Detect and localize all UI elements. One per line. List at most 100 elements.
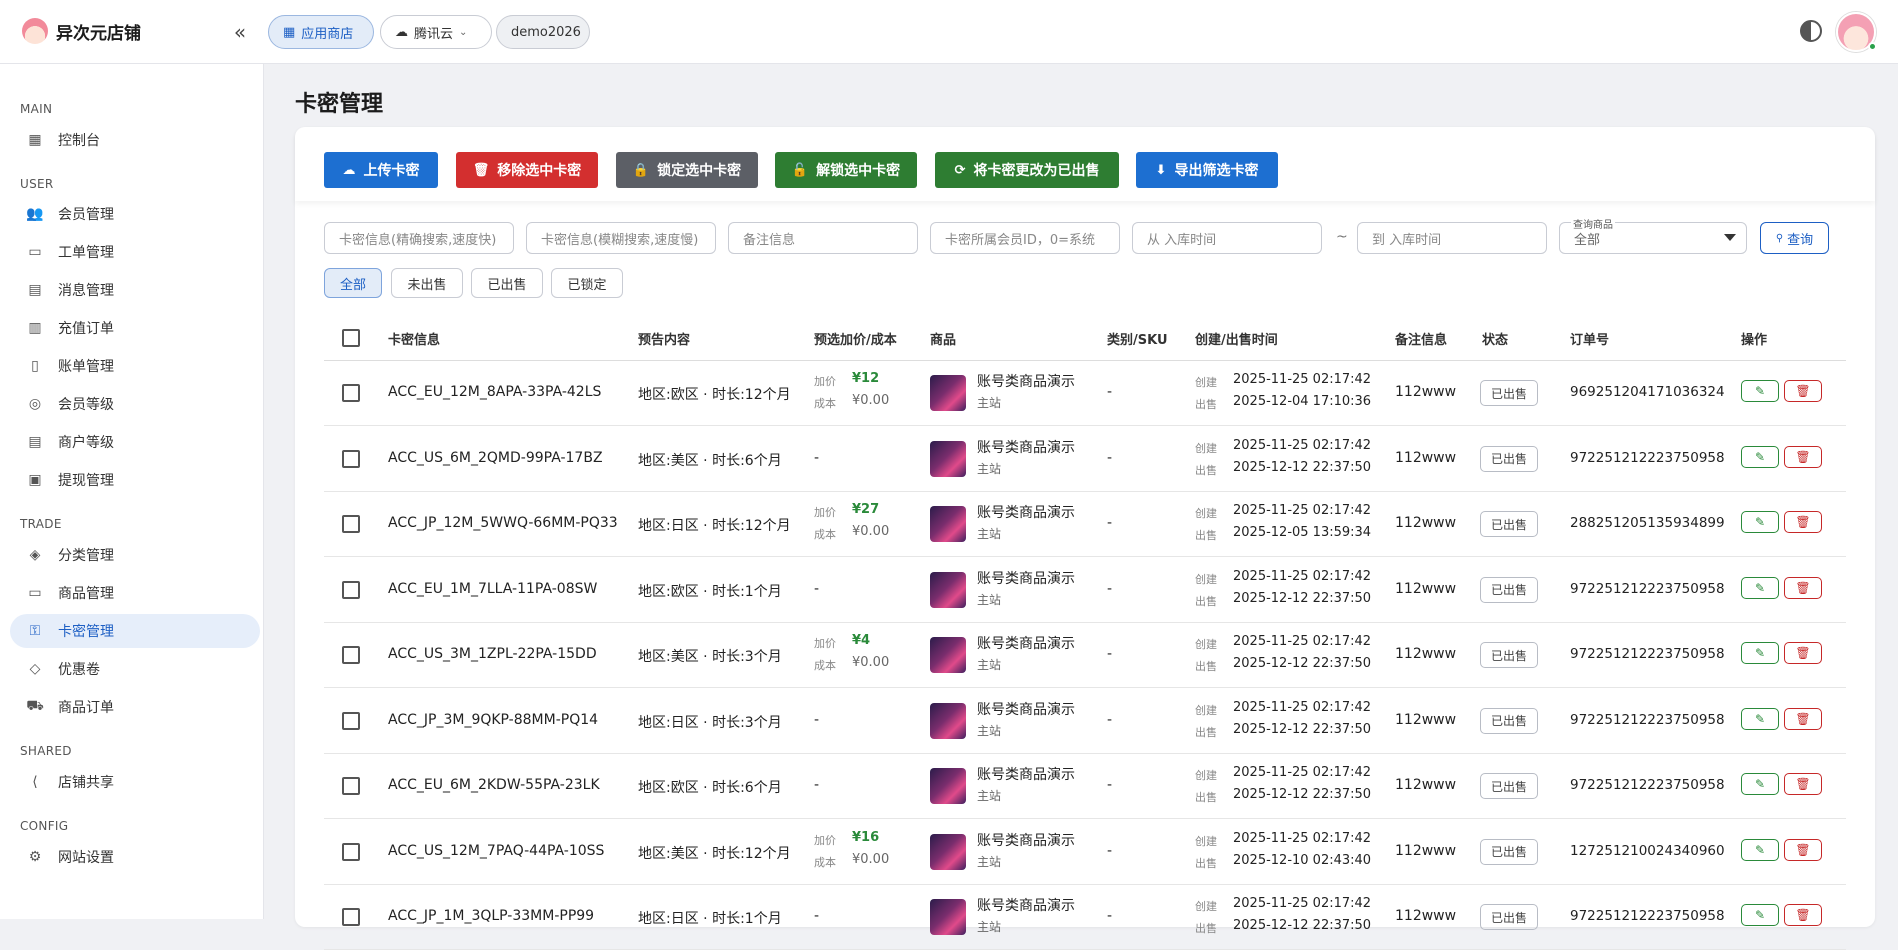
create-label: 创建 [1195, 900, 1217, 913]
sidebar-item-messages[interactable]: ▤ 消息管理 [10, 273, 260, 307]
card-info: ACC_EU_1M_7LLA-11PA-08SW [388, 580, 598, 597]
row-checkbox[interactable] [342, 711, 360, 730]
row-checkbox[interactable] [342, 580, 360, 599]
sidebar-item-dashboard[interactable]: ▦ 控制台 [10, 123, 260, 157]
member-id-input[interactable]: 卡密所属会员ID，0=系统 [930, 222, 1120, 254]
edit-button[interactable]: ✎ [1741, 642, 1779, 664]
delete-button[interactable]: 🗑 [1784, 773, 1822, 795]
fuzzy-search-input[interactable]: 卡密信息(模糊搜索,速度慢) [526, 222, 716, 254]
sidebar-item-cards[interactable]: ⚿ 卡密管理 [10, 614, 260, 648]
edit-button[interactable]: ✎ [1741, 576, 1779, 599]
delete-button[interactable]: 🗑 [1784, 380, 1822, 402]
edit-button[interactable]: ✎ [1741, 838, 1779, 861]
sidebar-item-categories[interactable]: ◈ 分类管理 [10, 538, 260, 572]
product-name[interactable]: 账号类商品演示 [977, 502, 1075, 522]
sidebar-item-products[interactable]: ▭ 商品管理 [10, 576, 260, 610]
remove-selected-button[interactable]: 🗑 移除选中卡密 [456, 152, 598, 188]
tab-sold[interactable]: 已出售 [471, 268, 543, 298]
from-date-input[interactable]: 从 入库时间 [1132, 222, 1322, 254]
brand[interactable]: 异次元店铺 [22, 18, 141, 44]
chevron-down-icon [1724, 234, 1736, 241]
row-checkbox[interactable] [342, 449, 360, 468]
product-name[interactable]: 账号类商品演示 [977, 437, 1075, 457]
row-checkbox[interactable] [342, 384, 360, 402]
edit-button[interactable]: ✎ [1741, 904, 1779, 926]
sidebar-item-shop-share[interactable]: ⟨ 店铺共享 [10, 765, 260, 799]
query-button[interactable]: ⚲ 查询 [1760, 222, 1829, 254]
remark-input[interactable]: 备注信息 [728, 222, 918, 254]
price-value: ¥27 [852, 502, 880, 517]
edit-button[interactable]: ✎ [1741, 511, 1779, 533]
select-all-checkbox[interactable] [342, 329, 360, 347]
product-name[interactable]: 账号类商品演示 [977, 568, 1075, 588]
create-label: 创建 [1195, 834, 1217, 848]
order-number[interactable]: 127251210024340960 [1570, 843, 1725, 859]
sidebar-item-bills[interactable]: ▯ 账单管理 [10, 349, 260, 383]
sku-value: - [1107, 842, 1113, 859]
sku-value: - [1107, 646, 1113, 662]
delete-button[interactable]: 🗑 [1784, 511, 1822, 533]
delete-button[interactable]: 🗑 [1784, 904, 1822, 926]
product-thumbnail [930, 375, 966, 411]
sidebar-item-product-orders[interactable]: ⛟ 商品订单 [10, 690, 260, 724]
order-number[interactable]: 972251212223750958 [1570, 777, 1725, 793]
price-label: 加价 [814, 637, 836, 650]
product-name[interactable]: 账号类商品演示 [977, 764, 1075, 784]
tab-unsold[interactable]: 未出售 [391, 268, 463, 298]
col-order: 订单号 [1570, 333, 1610, 348]
row-checkbox[interactable] [342, 515, 360, 533]
exact-search-input[interactable]: 卡密信息(精确搜索,速度快) [324, 222, 514, 254]
remark-value: 112www [1395, 384, 1457, 400]
sidebar-item-tickets[interactable]: ▭ 工单管理 [10, 235, 260, 269]
order-number[interactable]: 972251212223750958 [1570, 581, 1725, 597]
export-filtered-button[interactable]: ⬇ 导出筛选卡密 [1136, 152, 1278, 188]
to-date-input[interactable]: 到 入库时间 [1357, 222, 1547, 254]
sidebar-item-coupons[interactable]: ◇ 优惠卷 [10, 652, 260, 686]
sidebar-item-recharge-orders[interactable]: ▥ 充值订单 [10, 311, 260, 345]
theme-toggle-icon[interactable] [1800, 20, 1822, 42]
cloud-chip[interactable]: ☁ 腾讯云 ⌄ [380, 15, 492, 49]
edit-button[interactable]: ✎ [1741, 707, 1779, 730]
sidebar-item-site-settings[interactable]: ⚙ 网站设置 [10, 840, 260, 874]
order-number[interactable]: 969251204171036324 [1570, 384, 1725, 400]
product-name[interactable]: 账号类商品演示 [977, 895, 1075, 915]
upload-cards-button[interactable]: ☁ 上传卡密 [324, 152, 438, 188]
order-number[interactable]: 972251212223750958 [1570, 450, 1725, 466]
order-number[interactable]: 972251212223750958 [1570, 646, 1725, 662]
sidebar-item-merchant-levels[interactable]: ▤ 商户等级 [10, 425, 260, 459]
edit-button[interactable]: ✎ [1741, 445, 1779, 468]
order-number[interactable]: 972251212223750958 [1570, 908, 1725, 924]
tab-all[interactable]: 全部 [324, 268, 382, 298]
product-name[interactable]: 账号类商品演示 [977, 699, 1075, 719]
product-name[interactable]: 账号类商品演示 [977, 830, 1075, 850]
row-checkbox[interactable] [342, 908, 360, 926]
edit-button[interactable]: ✎ [1741, 380, 1779, 402]
demo-chip[interactable]: demo2026 [496, 15, 590, 49]
delete-button[interactable]: 🗑 [1784, 642, 1822, 664]
product-thumbnail [930, 440, 966, 477]
delete-button[interactable]: 🗑 [1784, 838, 1822, 861]
sold-label: 出售 [1195, 398, 1217, 411]
sidebar-item-member-levels[interactable]: ◎ 会员等级 [10, 387, 260, 421]
tab-locked[interactable]: 已锁定 [551, 268, 623, 298]
order-number[interactable]: 972251212223750958 [1570, 712, 1725, 728]
mark-sold-button[interactable]: ⟳ 将卡密更改为已出售 [935, 152, 1119, 188]
delete-button[interactable]: 🗑 [1784, 707, 1822, 730]
cloud-icon: ☁ [395, 24, 408, 40]
collapse-sidebar-icon[interactable]: « [228, 20, 252, 44]
app-store-chip[interactable]: ▦ 应用商店 [268, 15, 374, 49]
unlock-selected-button[interactable]: 🔓 解锁选中卡密 [775, 152, 917, 188]
create-label: 创建 [1195, 441, 1217, 455]
lock-selected-button[interactable]: 🔒 锁定选中卡密 [616, 152, 758, 188]
row-checkbox[interactable] [342, 646, 360, 664]
order-number[interactable]: 288251205135934899 [1570, 515, 1725, 531]
product-name[interactable]: 账号类商品演示 [977, 633, 1075, 653]
delete-button[interactable]: 🗑 [1784, 576, 1822, 599]
delete-button[interactable]: 🗑 [1784, 445, 1822, 468]
sidebar-item-withdrawals[interactable]: ▣ 提现管理 [10, 463, 260, 497]
edit-button[interactable]: ✎ [1741, 773, 1779, 795]
row-checkbox[interactable] [342, 842, 360, 861]
row-checkbox[interactable] [342, 777, 360, 795]
product-name[interactable]: 账号类商品演示 [977, 371, 1075, 391]
sidebar-item-members[interactable]: 👥 会员管理 [10, 197, 260, 231]
